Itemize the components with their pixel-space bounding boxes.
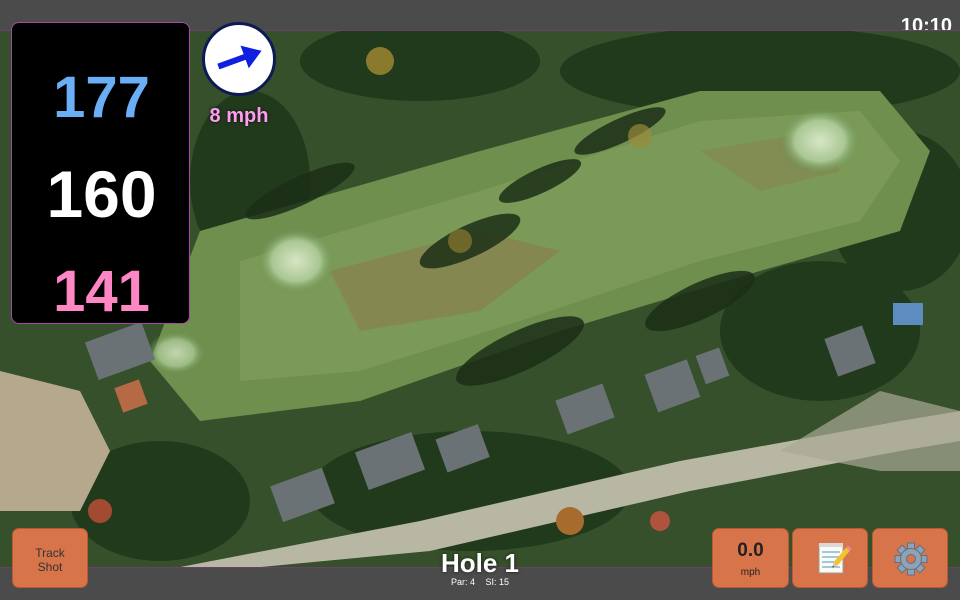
middle-distance: 160: [46, 157, 157, 231]
wind-arrow-icon: [217, 45, 262, 70]
wind-direction-indicator: [202, 22, 276, 96]
track-shot-label-line2: Shot: [37, 560, 63, 574]
front-distance: 141: [53, 259, 150, 324]
par-label: Par: 4: [450, 577, 475, 587]
stroke-index-label: SI: 15: [485, 577, 510, 587]
settings-button[interactable]: [872, 528, 948, 588]
speed-unit: mph: [740, 567, 761, 578]
notepad-icon: [818, 543, 852, 574]
track-shot-button[interactable]: Track Shot: [12, 528, 88, 588]
back-distance: 177: [53, 65, 150, 130]
hole-details: Par: 4 SI: 15: [380, 577, 580, 587]
notes-button[interactable]: [792, 528, 868, 588]
speed-value: 0.0: [737, 540, 764, 561]
gear-icon: [894, 542, 928, 576]
speed-button[interactable]: 0.0 mph: [712, 528, 789, 588]
hole-title: Hole 1: [440, 548, 520, 578]
track-shot-label-line1: Track: [35, 546, 65, 560]
distance-panel: 177 160 141: [11, 22, 190, 324]
wind-speed-label: 8 mph: [209, 105, 269, 127]
